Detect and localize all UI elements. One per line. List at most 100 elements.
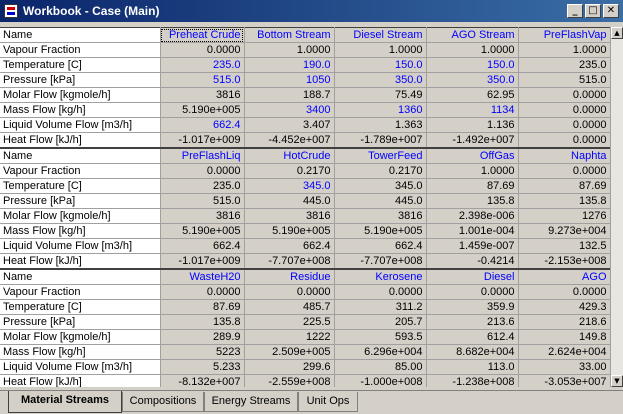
value-cell[interactable]: 0.0000 [244,284,335,300]
minimize-button[interactable]: _ [567,4,583,18]
value-cell[interactable]: 0.0000 [518,163,610,179]
value-cell[interactable]: 0.0000 [160,163,245,179]
value-cell[interactable]: 0.0000 [518,132,610,149]
value-cell[interactable]: 135.8 [160,314,245,330]
value-cell[interactable]: 85.00 [334,359,427,375]
tab-energy-streams[interactable]: Energy Streams [204,392,298,412]
value-cell[interactable]: 359.9 [426,299,519,315]
value-cell[interactable]: -1.017e+009 [160,132,245,149]
stream-name-cell[interactable]: Naphta [518,147,610,164]
value-cell[interactable]: 150.0 [426,57,519,73]
value-cell[interactable]: 445.0 [334,193,427,209]
value-cell[interactable]: -1.492e+007 [426,132,519,149]
value-cell[interactable]: 3816 [334,208,427,224]
value-cell[interactable]: 593.5 [334,329,427,345]
value-cell[interactable]: 0.0000 [160,42,245,58]
value-cell[interactable]: 188.7 [244,87,335,103]
value-cell[interactable]: 135.8 [426,193,519,209]
value-cell[interactable]: 1.0000 [334,42,427,58]
value-cell[interactable]: 87.69 [426,178,519,194]
vertical-scrollbar[interactable]: ▲ ▼ [610,27,623,387]
value-cell[interactable]: -4.452e+007 [244,132,335,149]
scroll-down-arrow-icon[interactable]: ▼ [611,375,623,387]
value-cell[interactable]: 350.0 [426,72,519,88]
value-cell[interactable]: -8.132e+007 [160,374,245,387]
value-cell[interactable]: 87.69 [160,299,245,315]
value-cell[interactable]: 3816 [160,208,245,224]
value-cell[interactable]: 1.0000 [518,42,610,58]
stream-name-cell[interactable]: Diesel Stream [334,27,427,43]
value-cell[interactable]: 75.49 [334,87,427,103]
value-cell[interactable]: 2.624e+004 [518,344,610,360]
tab-compositions[interactable]: Compositions [122,392,204,412]
value-cell[interactable]: -2.153e+008 [518,253,610,270]
value-cell[interactable]: 235.0 [160,178,245,194]
value-cell[interactable]: 5.190e+005 [160,102,245,118]
value-cell[interactable]: 299.6 [244,359,335,375]
value-cell[interactable]: -1.017e+009 [160,253,245,270]
value-cell[interactable]: 9.273e+004 [518,223,610,239]
value-cell[interactable]: 218.6 [518,314,610,330]
value-cell[interactable]: 662.4 [160,117,245,133]
close-button[interactable]: ✕ [603,4,619,18]
value-cell[interactable]: 190.0 [244,57,335,73]
value-cell[interactable]: -1.000e+008 [334,374,427,387]
value-cell[interactable]: 445.0 [244,193,335,209]
stream-name-cell[interactable]: AGO [518,268,610,285]
value-cell[interactable]: 345.0 [334,178,427,194]
value-cell[interactable]: 1.0000 [244,42,335,58]
value-cell[interactable]: 345.0 [244,178,335,194]
value-cell[interactable]: 0.0000 [426,284,519,300]
value-cell[interactable]: 149.8 [518,329,610,345]
stream-name-cell[interactable]: WasteH20 [160,268,245,285]
value-cell[interactable]: 6.296e+004 [334,344,427,360]
value-cell[interactable]: 1.001e-004 [426,223,519,239]
value-cell[interactable]: 225.5 [244,314,335,330]
value-cell[interactable]: 0.2170 [334,163,427,179]
stream-name-cell[interactable]: Residue [244,268,335,285]
value-cell[interactable]: 0.0000 [518,117,610,133]
value-cell[interactable]: 33.00 [518,359,610,375]
stream-name-cell[interactable]: Bottom Stream [244,27,335,43]
stream-name-cell[interactable]: OffGas [426,147,519,164]
value-cell[interactable]: 1.0000 [426,42,519,58]
value-cell[interactable]: 135.8 [518,193,610,209]
window-title-bar[interactable]: Workbook - Case (Main) _ □ ✕ [0,0,623,22]
value-cell[interactable]: 0.2170 [244,163,335,179]
value-cell[interactable]: 0.0000 [334,284,427,300]
value-cell[interactable]: 0.0000 [160,284,245,300]
value-cell[interactable]: 350.0 [334,72,427,88]
value-cell[interactable]: 3816 [160,87,245,103]
value-cell[interactable]: -1.238e+008 [426,374,519,387]
value-cell[interactable]: 62.95 [426,87,519,103]
value-cell[interactable]: 1276 [518,208,610,224]
tab-material-streams[interactable]: Material Streams [8,391,122,413]
value-cell[interactable]: 150.0 [334,57,427,73]
value-cell[interactable]: 235.0 [160,57,245,73]
value-cell[interactable]: -2.559e+008 [244,374,335,387]
value-cell[interactable]: 311.2 [334,299,427,315]
stream-name-cell[interactable]: Diesel [426,268,519,285]
value-cell[interactable]: 515.0 [160,193,245,209]
value-cell[interactable]: 662.4 [160,238,245,254]
value-cell[interactable]: 0.0000 [518,284,610,300]
value-cell[interactable]: 132.5 [518,238,610,254]
value-cell[interactable]: 5.190e+005 [160,223,245,239]
value-cell[interactable]: 5.233 [160,359,245,375]
value-cell[interactable]: 205.7 [334,314,427,330]
stream-name-cell[interactable]: PreFlashVap [518,27,610,43]
value-cell[interactable]: -1.789e+007 [334,132,427,149]
value-cell[interactable]: 5223 [160,344,245,360]
value-cell[interactable]: 0.0000 [518,102,610,118]
value-cell[interactable]: 3.407 [244,117,335,133]
tab-unit-ops[interactable]: Unit Ops [298,392,358,412]
value-cell[interactable]: 1134 [426,102,519,118]
scroll-up-arrow-icon[interactable]: ▲ [611,27,623,39]
stream-name-cell[interactable]: AGO Stream [426,27,519,43]
value-cell[interactable]: 1.363 [334,117,427,133]
value-cell[interactable]: 515.0 [518,72,610,88]
value-cell[interactable]: 1222 [244,329,335,345]
value-cell[interactable]: 1.459e-007 [426,238,519,254]
value-cell[interactable]: 289.9 [160,329,245,345]
value-cell[interactable]: -0.4214 [426,253,519,270]
